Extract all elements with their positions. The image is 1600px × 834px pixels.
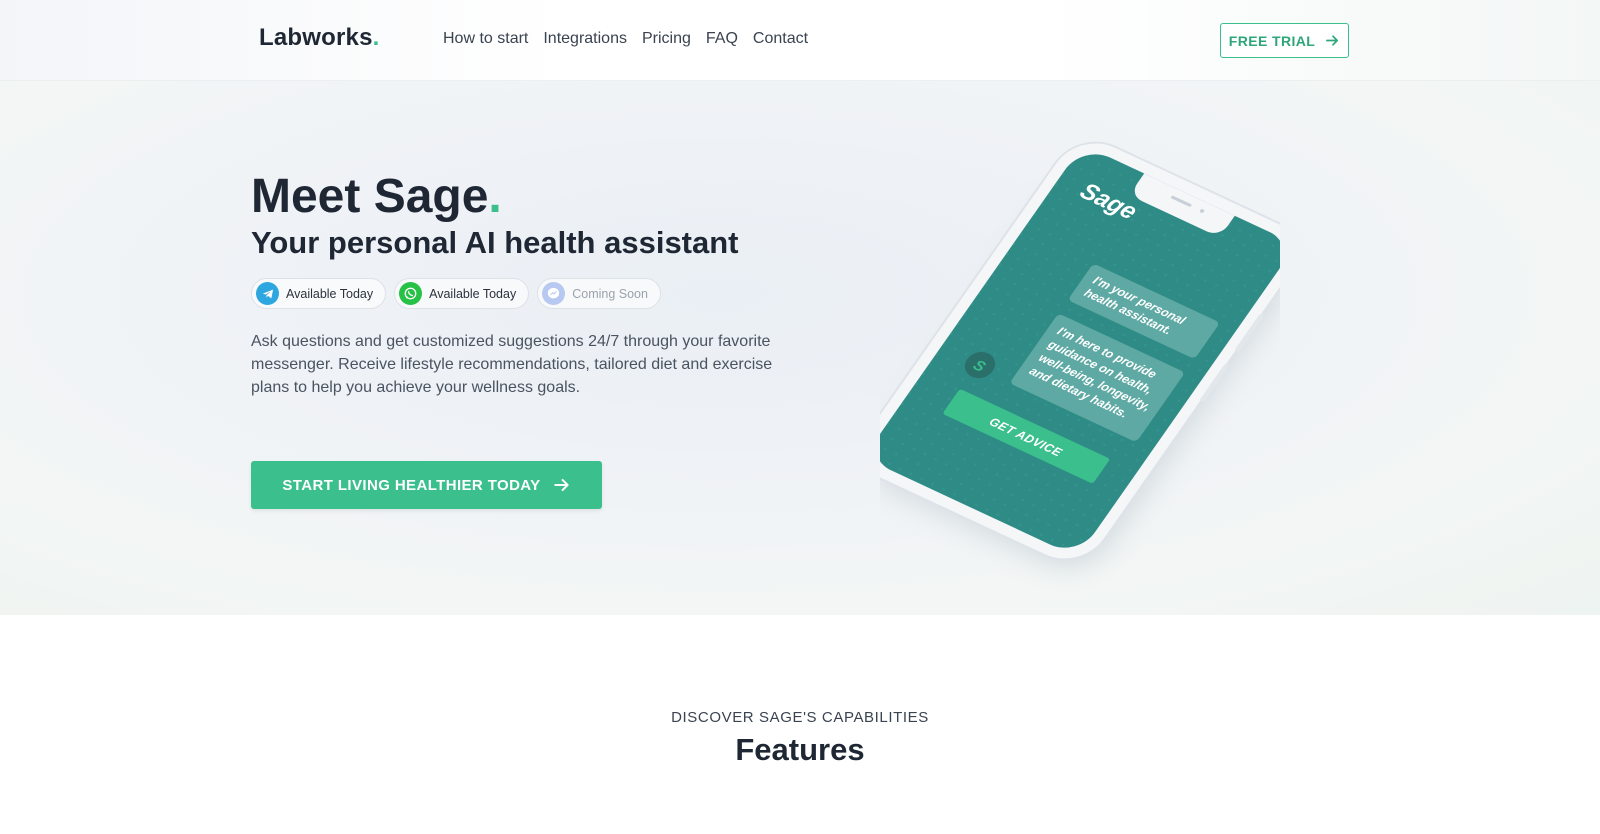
badge-messenger[interactable]: Coming Soon: [537, 278, 661, 309]
telegram-icon: [256, 282, 279, 305]
badge-whatsapp[interactable]: Available Today: [394, 278, 530, 309]
nav-how-to-start[interactable]: How to start: [443, 30, 528, 48]
arrow-right-icon: [553, 478, 569, 492]
badge-whatsapp-label: Available Today: [429, 286, 517, 301]
hero-title-text: Meet Sage: [251, 170, 489, 223]
hero-title-dot: .: [488, 170, 502, 223]
features-kicker: DISCOVER SAGE'S CAPABILITIES: [671, 709, 929, 726]
hero-title: Meet Sage.: [251, 170, 502, 224]
main-nav: How to start Integrations Pricing FAQ Co…: [443, 30, 808, 48]
nav-integrations[interactable]: Integrations: [543, 30, 627, 48]
hero-section: Meet Sage. Your personal AI health assis…: [0, 81, 1600, 615]
start-living-healthier-button[interactable]: START LIVING HEALTHIER TODAY: [251, 461, 602, 509]
badge-telegram[interactable]: Available Today: [251, 278, 387, 309]
free-trial-label: FREE TRIAL: [1228, 32, 1316, 49]
badge-telegram-label: Available Today: [286, 286, 374, 301]
whatsapp-icon: [399, 282, 423, 305]
nav-contact[interactable]: Contact: [753, 30, 808, 48]
arrow-right-icon: [1326, 35, 1339, 46]
messenger-icon: [542, 282, 566, 305]
cta-label: START LIVING HEALTHIER TODAY: [282, 476, 541, 494]
features-title: Features: [735, 732, 865, 767]
logo-text: Labworks: [259, 24, 373, 51]
site-header: Labworks. How to start Integrations Pric…: [0, 0, 1600, 81]
hero-description: Ask questions and get customized suggest…: [251, 333, 773, 396]
badge-messenger-label: Coming Soon: [572, 286, 648, 301]
phone-illustration: Sage I'm your personalhealth assistant. …: [861, 141, 1299, 569]
logo-dot: .: [372, 24, 380, 51]
messenger-badges: Available Today Available Today Coming S…: [251, 278, 661, 309]
free-trial-button[interactable]: FREE TRIAL: [1220, 23, 1349, 58]
nav-faq[interactable]: FAQ: [706, 30, 738, 48]
phone-mockup: Sage I'm your personalhealth assistant. …: [861, 121, 1299, 591]
hero-subtitle: Your personal AI health assistant: [251, 225, 739, 260]
logo[interactable]: Labworks.: [259, 24, 380, 52]
nav-pricing[interactable]: Pricing: [642, 30, 691, 48]
